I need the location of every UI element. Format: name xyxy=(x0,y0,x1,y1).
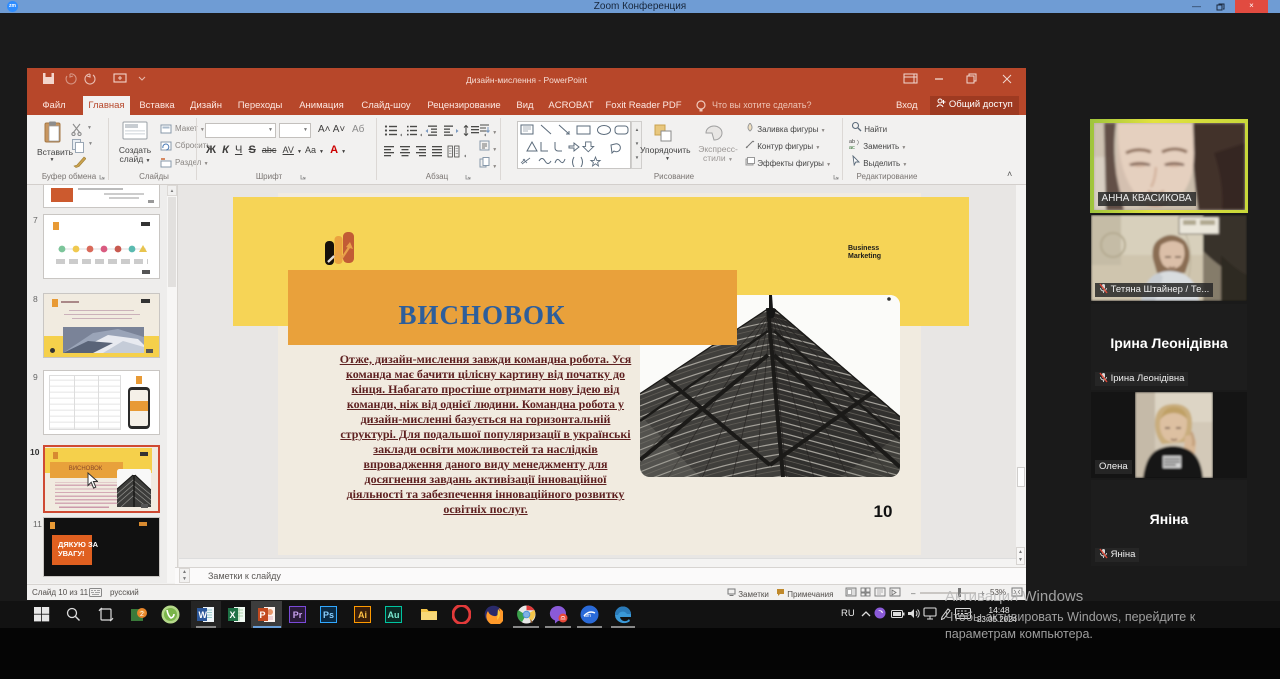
svg-text:P: P xyxy=(260,610,266,620)
svg-text:ac: ac xyxy=(849,145,855,149)
svg-text:am: am xyxy=(584,613,591,619)
svg-text:X: X xyxy=(230,610,236,620)
svg-text:2: 2 xyxy=(140,611,144,618)
svg-text:W: W xyxy=(199,610,208,620)
